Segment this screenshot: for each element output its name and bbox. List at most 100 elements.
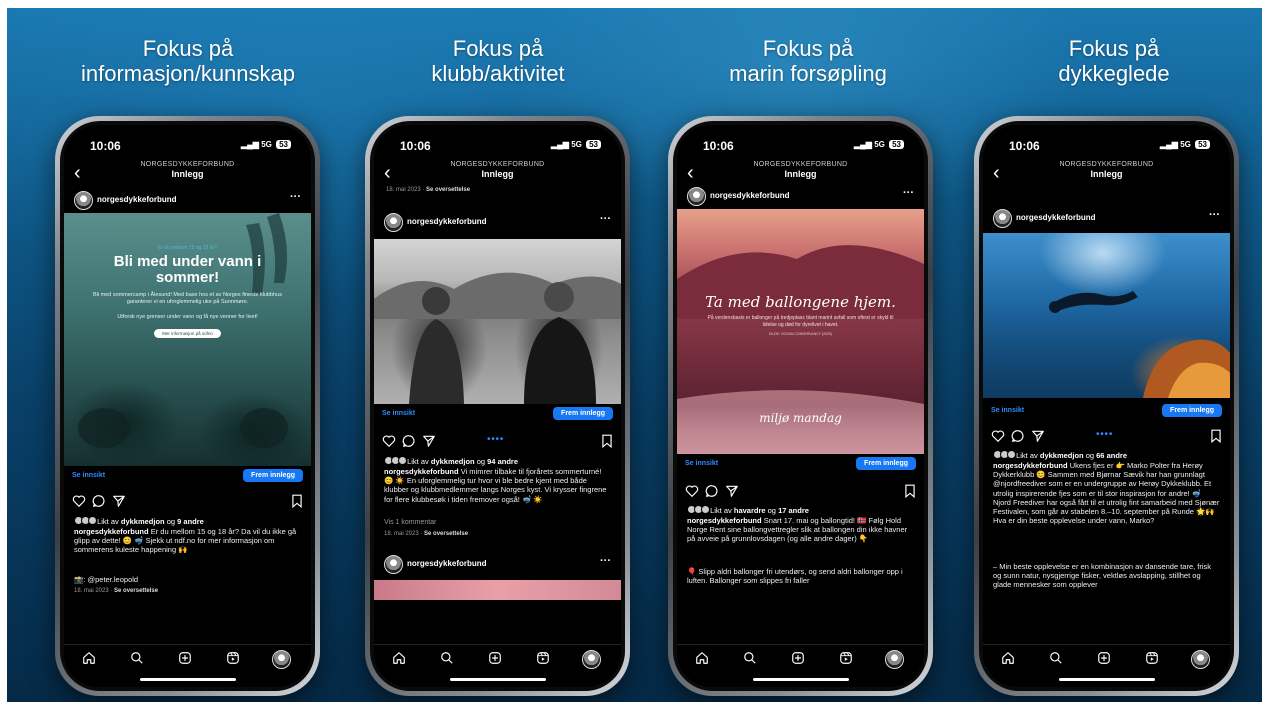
next-post-image[interactable] bbox=[374, 580, 621, 600]
home-icon[interactable] bbox=[1001, 651, 1015, 665]
comment-icon[interactable] bbox=[705, 484, 719, 498]
heading-4: Fokus på dykkeglede bbox=[964, 36, 1262, 86]
heading-3-line1: Fokus på bbox=[762, 36, 854, 61]
heading-1-line1: Fokus på bbox=[142, 36, 234, 61]
bottom-nav bbox=[983, 644, 1230, 671]
liked-by-user[interactable]: dykkmedjon bbox=[121, 517, 165, 526]
more-options-icon[interactable]: ··· bbox=[1209, 209, 1220, 221]
avatar[interactable] bbox=[74, 191, 93, 210]
caption-username[interactable]: norgesdykkeforbund bbox=[687, 516, 762, 525]
bookmark-icon[interactable] bbox=[904, 484, 916, 498]
create-icon[interactable] bbox=[791, 651, 805, 665]
heart-icon[interactable] bbox=[72, 494, 86, 508]
translate-link[interactable]: Se oversettelse bbox=[424, 531, 468, 537]
bookmark-icon[interactable] bbox=[291, 494, 303, 508]
profile-avatar[interactable] bbox=[1191, 650, 1210, 669]
profile-avatar[interactable] bbox=[885, 650, 904, 669]
share-icon[interactable] bbox=[422, 434, 436, 448]
create-icon[interactable] bbox=[488, 651, 502, 665]
liked-others[interactable]: 66 andre bbox=[1096, 451, 1127, 460]
boost-post-button[interactable]: Frem innlegg bbox=[553, 407, 613, 420]
post-image[interactable]: Ta med ballongene hjem. På verdensbasis … bbox=[677, 209, 924, 454]
caption-username[interactable]: norgesdykkeforbund bbox=[74, 527, 149, 536]
liked-by-user[interactable]: havardre bbox=[734, 506, 766, 515]
view-comments-link[interactable]: Vis 1 kommentar bbox=[384, 519, 436, 526]
overlay-small: Er du mellom 15 og 18 år? bbox=[158, 245, 217, 251]
create-icon[interactable] bbox=[178, 651, 192, 665]
post-image[interactable] bbox=[983, 233, 1230, 398]
avatar[interactable] bbox=[384, 213, 403, 232]
bookmark-icon[interactable] bbox=[601, 434, 613, 448]
boost-post-button[interactable]: Frem innlegg bbox=[1162, 404, 1222, 417]
home-icon[interactable] bbox=[392, 651, 406, 665]
reels-icon[interactable] bbox=[226, 651, 240, 665]
username[interactable]: norgesdykkeforbund bbox=[407, 559, 487, 568]
more-options-icon[interactable]: ··· bbox=[600, 213, 611, 225]
see-insights-link[interactable]: Se innsikt bbox=[72, 472, 105, 479]
post-header[interactable]: norgesdykkeforbund ··· bbox=[384, 213, 611, 233]
liked-others[interactable]: 9 andre bbox=[177, 517, 204, 526]
more-options-icon[interactable]: ··· bbox=[903, 187, 914, 199]
post-header[interactable]: norgesdykkeforbund ··· bbox=[687, 187, 914, 207]
liked-others[interactable]: 17 andre bbox=[778, 506, 809, 515]
username[interactable]: norgesdykkeforbund bbox=[1016, 213, 1096, 222]
likes-line[interactable]: Likt av havardre og 17 andre bbox=[687, 505, 914, 515]
username[interactable]: norgesdykkeforbund bbox=[710, 191, 790, 200]
post-caption-2: 🎈 Slipp aldri ballonger fri utendørs, og… bbox=[687, 567, 903, 585]
search-icon[interactable] bbox=[1049, 651, 1063, 665]
reels-icon[interactable] bbox=[1145, 651, 1159, 665]
see-insights-link[interactable]: Se innsikt bbox=[685, 460, 718, 467]
heart-icon[interactable] bbox=[991, 429, 1005, 443]
liked-others[interactable]: 94 andre bbox=[487, 457, 518, 466]
post-image[interactable]: Er du mellom 15 og 18 år? Bli med under … bbox=[64, 213, 311, 466]
comment-icon[interactable] bbox=[402, 434, 416, 448]
phone-4-screen: 10:06 ▂▄▆ 5G 53 ‹ NORGESDYKKEFORBUND Inn… bbox=[983, 125, 1230, 687]
liked-by-user[interactable]: dykkmedjon bbox=[1040, 451, 1084, 460]
see-insights-link[interactable]: Se innsikt bbox=[991, 407, 1024, 414]
avatar[interactable] bbox=[687, 187, 706, 206]
caption-username[interactable]: norgesdykkeforbund bbox=[993, 461, 1068, 470]
search-icon[interactable] bbox=[130, 651, 144, 665]
reels-icon[interactable] bbox=[536, 651, 550, 665]
home-icon[interactable] bbox=[695, 651, 709, 665]
post-image[interactable] bbox=[374, 239, 621, 404]
share-icon[interactable] bbox=[725, 484, 739, 498]
likes-line[interactable]: Likt av dykkmedjon og 9 andre bbox=[74, 516, 301, 526]
likes-line[interactable]: Likt av dykkmedjon og 94 andre bbox=[384, 456, 611, 466]
boost-post-button[interactable]: Frem innlegg bbox=[856, 457, 916, 470]
likes-line[interactable]: Likt av dykkmedjon og 66 andre bbox=[993, 450, 1220, 460]
more-options-icon[interactable]: ··· bbox=[600, 555, 611, 567]
comment-icon[interactable] bbox=[92, 494, 106, 508]
reels-icon[interactable] bbox=[839, 651, 853, 665]
heart-icon[interactable] bbox=[685, 484, 699, 498]
page-title: Innlegg bbox=[481, 169, 514, 179]
next-post-header[interactable]: norgesdykkeforbund ··· bbox=[384, 555, 611, 575]
share-icon[interactable] bbox=[112, 494, 126, 508]
post-header[interactable]: norgesdykkeforbund ··· bbox=[993, 209, 1220, 229]
boost-post-button[interactable]: Frem innlegg bbox=[243, 469, 303, 482]
bookmark-icon[interactable] bbox=[1210, 429, 1222, 443]
share-icon[interactable] bbox=[1031, 429, 1045, 443]
caption-username[interactable]: norgesdykkeforbund bbox=[384, 467, 459, 476]
liked-by-user[interactable]: dykkmedjon bbox=[431, 457, 475, 466]
avatar[interactable] bbox=[993, 209, 1012, 228]
translate-link-top[interactable]: Se oversettelse bbox=[426, 187, 470, 193]
post-header[interactable]: norgesdykkeforbund ··· bbox=[74, 191, 301, 211]
create-icon[interactable] bbox=[1097, 651, 1111, 665]
status-time: 10:06 bbox=[703, 139, 734, 153]
overlay-info-button[interactable]: Mer informasjon på sofno bbox=[154, 329, 221, 338]
home-icon[interactable] bbox=[82, 651, 96, 665]
username[interactable]: norgesdykkeforbund bbox=[97, 195, 177, 204]
avatar[interactable] bbox=[384, 555, 403, 574]
username[interactable]: norgesdykkeforbund bbox=[407, 217, 487, 226]
status-icons: ▂▄▆ 5G 53 bbox=[854, 140, 904, 149]
heart-icon[interactable] bbox=[382, 434, 396, 448]
profile-avatar[interactable] bbox=[582, 650, 601, 669]
more-options-icon[interactable]: ··· bbox=[290, 191, 301, 203]
translate-link[interactable]: Se oversettelse bbox=[114, 588, 158, 594]
search-icon[interactable] bbox=[743, 651, 757, 665]
comment-icon[interactable] bbox=[1011, 429, 1025, 443]
search-icon[interactable] bbox=[440, 651, 454, 665]
profile-avatar[interactable] bbox=[272, 650, 291, 669]
see-insights-link[interactable]: Se innsikt bbox=[382, 410, 415, 417]
